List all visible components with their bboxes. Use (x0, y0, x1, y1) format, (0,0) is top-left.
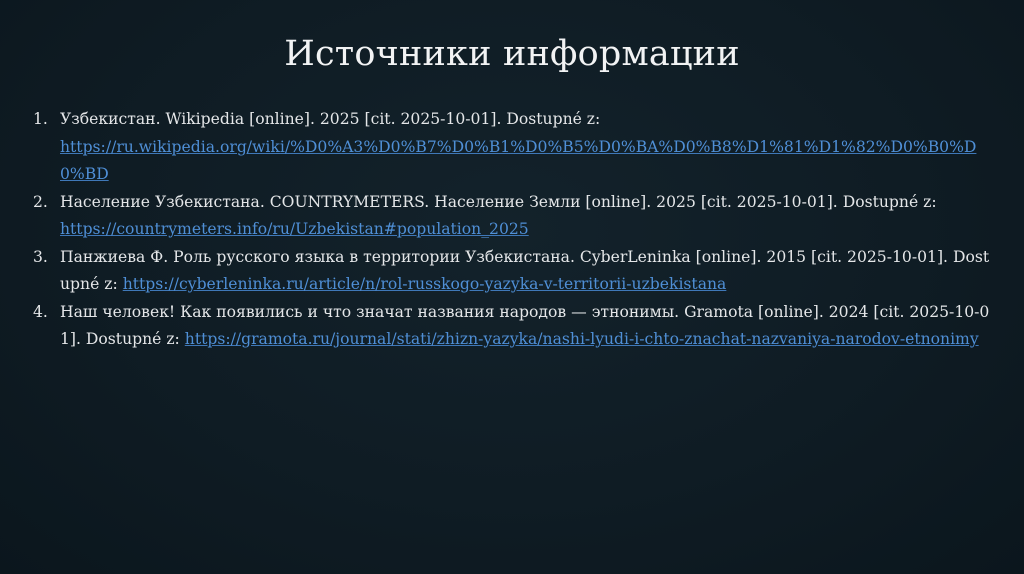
source-link[interactable]: https://countrymeters.info/ru/Uzbekistan… (60, 220, 529, 238)
slide: Источники информации 1. Узбекистан. Wiki… (0, 0, 1024, 574)
source-link[interactable]: https://gramota.ru/journal/stati/zhizn-y… (185, 330, 979, 348)
source-link[interactable]: https://ru.wikipedia.org/wiki/%D0%A3%D0%… (60, 138, 976, 184)
source-number: 1. (33, 110, 48, 128)
sources-list: 1. Узбекистан. Wikipedia [online]. 2025 … (30, 106, 990, 354)
source-text: Узбекистан. Wikipedia [online]. 2025 [ci… (60, 110, 601, 128)
source-number: 3. (33, 247, 48, 266)
source-item: 3. Панжиева Ф. Роль русского языка в тер… (30, 244, 990, 299)
source-item: 4. Наш человек! Как появились и что знач… (30, 299, 990, 354)
source-text: Население Узбекистана. COUNTRYMETERS. На… (60, 192, 937, 211)
source-item: 2. Население Узбекистана. COUNTRYMETERS.… (30, 189, 990, 244)
source-item: 1. Узбекистан. Wikipedia [online]. 2025 … (30, 106, 990, 189)
slide-title: Источники информации (284, 34, 740, 74)
source-link[interactable]: https://cyberleninka.ru/article/n/rol-ru… (123, 275, 727, 293)
source-number: 4. (33, 302, 48, 321)
source-number: 2. (33, 192, 48, 211)
